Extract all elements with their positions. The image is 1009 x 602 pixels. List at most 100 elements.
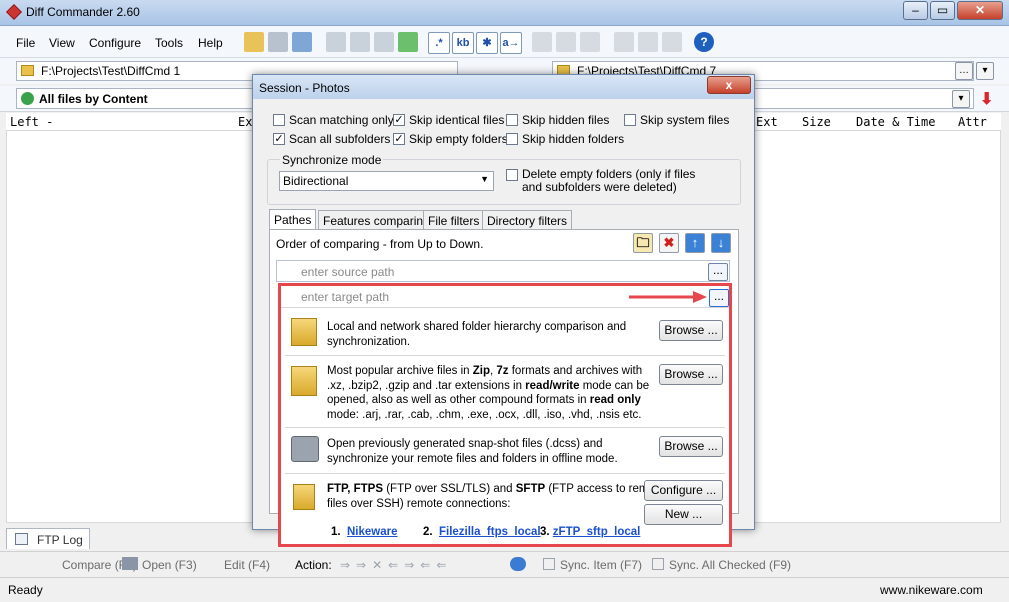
move-down-button[interactable]: ↓ (711, 233, 731, 253)
arrow-down-icon: ↓ (717, 235, 725, 250)
remove-path-button[interactable]: ✖ (659, 233, 679, 253)
regex-button[interactable]: .* (428, 32, 450, 54)
browse-snapshot-button[interactable]: Browse ... (659, 436, 723, 457)
checkbox-checked[interactable]: ✓ (273, 133, 285, 145)
camera-icon (291, 436, 319, 462)
status-bar: Ready www.nikeware.com (0, 577, 1009, 602)
copy-left-icon[interactable] (580, 32, 600, 52)
dialog-close-button[interactable]: x (707, 76, 751, 94)
open-session-icon[interactable] (244, 32, 264, 52)
right-path-dropdown[interactable]: ▾ (976, 62, 994, 80)
left-path-text: F:\Projects\Test\DiffCmd 1 (41, 64, 181, 78)
folder-add-icon: 🗀 (636, 235, 650, 250)
checkbox-checked[interactable]: ✓ (393, 133, 405, 145)
order-text: Order of comparing - from Up to Down. (276, 237, 484, 251)
option-ftp[interactable]: FTP, FTPS (FTP over SSL/TLS) and SFTP (F… (285, 474, 725, 544)
configure-ftp-button[interactable]: Configure ... (644, 480, 723, 501)
list-icon[interactable] (326, 32, 346, 52)
sync-mode-value: Bidirectional (283, 174, 349, 188)
ftp-link-1[interactable]: 1. Nikeware (331, 526, 398, 538)
dialog-title: Session - Photos (259, 81, 350, 95)
add-path-button[interactable]: 🗀 (633, 233, 653, 253)
az-button[interactable]: a→ (500, 32, 522, 54)
sync-icon[interactable] (510, 557, 526, 571)
help-icon[interactable]: ? (694, 32, 714, 52)
minimize-button[interactable]: – (903, 1, 928, 20)
menu-help[interactable]: Help (198, 36, 223, 50)
move-up-button[interactable]: ↑ (685, 233, 705, 253)
checkbox[interactable] (273, 114, 285, 126)
sync-item-button[interactable]: Sync. Item (F7) (560, 558, 642, 572)
source-type-popup: enter target path ... Local and network … (278, 283, 732, 547)
open-button[interactable]: Open (F3) (142, 558, 197, 572)
tab-dir-filters[interactable]: Directory filters (482, 210, 573, 230)
checkbox[interactable] (624, 114, 636, 126)
browse-archives-button[interactable]: Browse ... (659, 364, 723, 385)
expand-icon[interactable] (638, 32, 658, 52)
expand-all-icon[interactable] (662, 32, 682, 52)
close-button[interactable]: ✕ (957, 1, 1003, 20)
zip-folder-icon (291, 366, 317, 396)
kb-button[interactable]: kb (452, 32, 474, 54)
col-attr[interactable]: Attr (958, 115, 987, 129)
gear-button[interactable]: ✱ (476, 32, 498, 54)
sync-mode-label: Synchronize mode (280, 153, 384, 167)
folder-icon (291, 318, 317, 346)
checkbox[interactable] (506, 114, 518, 126)
menu-file[interactable]: File (16, 36, 35, 50)
folder-icon (21, 65, 34, 76)
checkbox-checked[interactable]: ✓ (393, 114, 405, 126)
col-ext-right[interactable]: Ext (756, 115, 778, 129)
option-local-folders[interactable]: Local and network shared folder hierarch… (285, 310, 725, 356)
checkbox[interactable] (506, 169, 518, 181)
checkbox[interactable] (506, 133, 518, 145)
title-bar: Diff Commander 2.60 – ▭ ✕ (0, 0, 1009, 26)
check-icon[interactable] (556, 32, 576, 52)
copy-right-icon[interactable] (532, 32, 552, 52)
menu-configure[interactable]: Configure (89, 36, 141, 50)
tree-icon[interactable] (398, 32, 418, 52)
option-archives[interactable]: Most popular archive files in Zip, 7z fo… (285, 356, 725, 428)
new-ftp-button[interactable]: New ... (644, 504, 723, 525)
filter-dropdown[interactable]: ▾ (952, 90, 970, 108)
action-bar: Compare (F2) Open (F3) Edit (F4) Action:… (0, 551, 1009, 577)
collapse-icon[interactable] (614, 32, 634, 52)
edit-button[interactable]: Edit (F4) (224, 558, 270, 572)
sync-mode-select[interactable]: Bidirectional ▼ (279, 171, 494, 191)
browse-right-button[interactable]: … (955, 62, 973, 80)
tab-pathes[interactable]: Pathes (269, 209, 317, 230)
col-date[interactable]: Date & Time (856, 115, 935, 129)
tab-file-filters[interactable]: File filters (423, 210, 485, 230)
machine-icon[interactable] (268, 32, 288, 52)
option-snapshot[interactable]: Open previously generated snap-shot file… (285, 428, 725, 474)
ftp-link-3[interactable]: 3. zFTP_sftp_local (540, 526, 640, 538)
source-path-input[interactable]: enter source path (276, 260, 730, 282)
source-placeholder: enter source path (301, 265, 395, 279)
ftp-folder-icon (293, 484, 315, 510)
sync-item-icon (543, 558, 555, 570)
col-size[interactable]: Size (802, 115, 831, 129)
target-browse-button[interactable]: ... (709, 289, 729, 307)
menu-view[interactable]: View (49, 36, 75, 50)
red-arrow-icon (629, 291, 707, 303)
sync-all-button[interactable]: Sync. All Checked (F9) (669, 558, 791, 572)
source-browse-button[interactable]: ... (708, 263, 728, 281)
delete-empty-line1: Delete empty folders (only if files (522, 167, 696, 181)
maximize-button[interactable]: ▭ (930, 1, 955, 20)
monitor-icon[interactable] (292, 32, 312, 52)
filter-value: All files by Content (39, 92, 148, 106)
tab-ftp-log[interactable]: FTP Log (6, 528, 90, 549)
status-text: Ready (8, 583, 43, 597)
action-icons[interactable]: ⇒⇒✕⇐⇒⇐⇐ (340, 558, 452, 572)
arrow-up-icon: ↑ (691, 235, 699, 250)
menu-toolbar: File View Configure Tools Help .* kb ✱ a… (0, 26, 1009, 58)
browse-folders-button[interactable]: Browse ... (659, 320, 723, 341)
list-add-icon[interactable] (350, 32, 370, 52)
tab-features[interactable]: Features comparing (318, 210, 435, 230)
chevron-down-icon: ▼ (480, 174, 489, 184)
ftp-link-2[interactable]: 2. Filezilla_ftps_local (423, 526, 541, 538)
down-arrow-icon[interactable]: ⬇ (980, 89, 996, 108)
list-remove-icon[interactable] (374, 32, 394, 52)
col-left[interactable]: Left - (10, 115, 53, 129)
menu-tools[interactable]: Tools (155, 36, 183, 50)
